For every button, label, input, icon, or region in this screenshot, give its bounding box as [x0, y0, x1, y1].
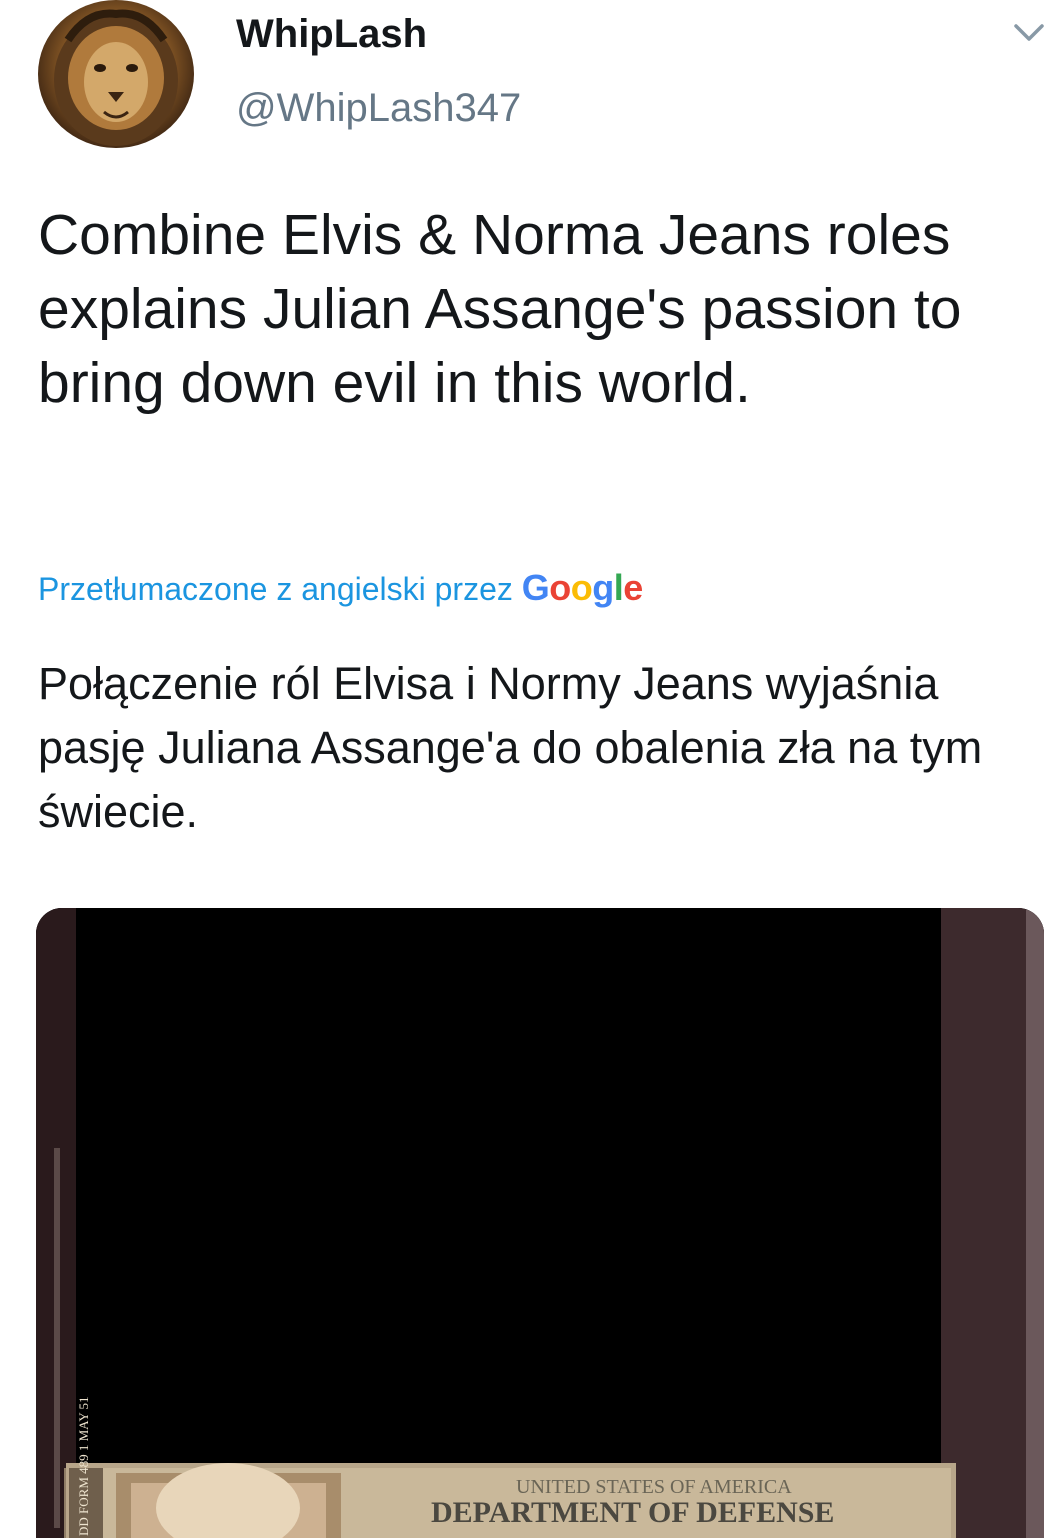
chevron-down-icon[interactable] [1012, 18, 1046, 46]
translation-prefix: Przetłumaczone z angielski przez [38, 571, 513, 607]
lion-avatar[interactable] [38, 0, 194, 148]
tweet-media-image[interactable]: DD FORM 489 1 MAY 51 UNITED STATES OF AM… [36, 908, 1044, 1538]
translation-attribution[interactable]: Przetłumaczone z angielski przez Google [38, 566, 643, 611]
translated-text: Połączenie ról Elvisa i Normy Jeans wyja… [38, 658, 983, 837]
lion-avatar-image [54, 9, 178, 146]
display-name[interactable]: WhipLash [236, 10, 427, 58]
id-card-photo: DD FORM 489 1 MAY 51 UNITED STATES OF AM… [36, 908, 1044, 1538]
google-logo: Google [521, 567, 644, 608]
card-header: UNITED STATES OF AMERICA [516, 1476, 792, 1498]
department-title: DEPARTMENT OF DEFENSE [431, 1496, 834, 1529]
form-number: DD FORM 489 1 MAY 51 [76, 1396, 91, 1536]
tweet: WhipLash @WhipLash347 Combine Elvis & No… [0, 0, 1055, 1538]
user-handle[interactable]: @WhipLash347 [236, 84, 521, 132]
tweet-text: Combine Elvis & Norma Jeans roles explai… [38, 203, 962, 415]
